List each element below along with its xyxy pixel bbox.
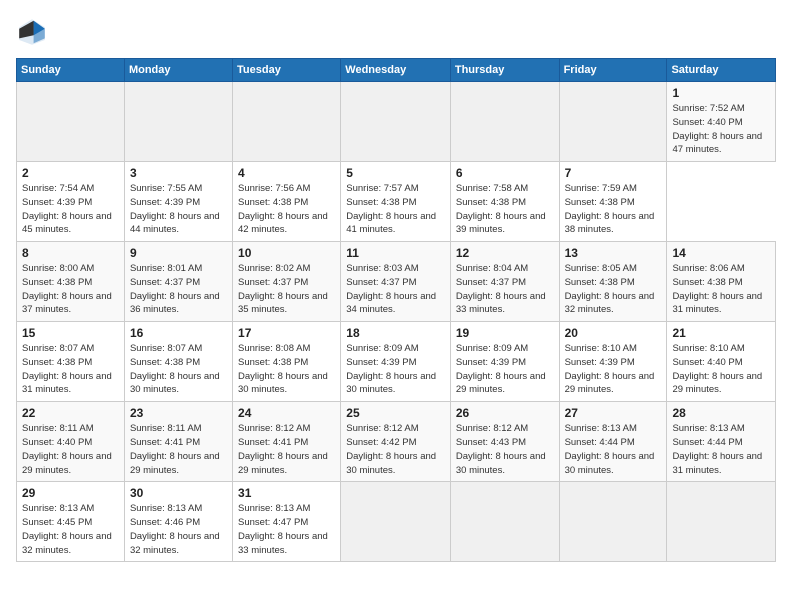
day-cell-28: 28Sunrise: 8:13 AMSunset: 4:44 PMDayligh… (667, 402, 776, 482)
day-cell-22: 22Sunrise: 8:11 AMSunset: 4:40 PMDayligh… (17, 402, 125, 482)
day-cell-7: 7Sunrise: 7:59 AMSunset: 4:38 PMDaylight… (559, 162, 667, 242)
day-cell-26: 26Sunrise: 8:12 AMSunset: 4:43 PMDayligh… (450, 402, 559, 482)
header-row: SundayMondayTuesdayWednesdayThursdayFrid… (17, 59, 776, 82)
empty-cell (341, 82, 451, 162)
header-day-friday: Friday (559, 59, 667, 82)
day-cell-21: 21Sunrise: 8:10 AMSunset: 4:40 PMDayligh… (667, 322, 776, 402)
day-cell-5: 5Sunrise: 7:57 AMSunset: 4:38 PMDaylight… (341, 162, 451, 242)
empty-cell (233, 82, 341, 162)
header-day-wednesday: Wednesday (341, 59, 451, 82)
empty-cell (450, 82, 559, 162)
empty-cell (559, 82, 667, 162)
day-cell-19: 19Sunrise: 8:09 AMSunset: 4:39 PMDayligh… (450, 322, 559, 402)
day-cell-10: 10Sunrise: 8:02 AMSunset: 4:37 PMDayligh… (233, 242, 341, 322)
logo (16, 16, 52, 48)
page: SundayMondayTuesdayWednesdayThursdayFrid… (0, 0, 792, 612)
calendar-week-1: 1Sunrise: 7:52 AMSunset: 4:40 PMDaylight… (17, 82, 776, 162)
calendar-week-6: 29Sunrise: 8:13 AMSunset: 4:45 PMDayligh… (17, 482, 776, 562)
calendar-week-4: 15Sunrise: 8:07 AMSunset: 4:38 PMDayligh… (17, 322, 776, 402)
header-day-thursday: Thursday (450, 59, 559, 82)
calendar-week-3: 8Sunrise: 8:00 AMSunset: 4:38 PMDaylight… (17, 242, 776, 322)
day-cell-15: 15Sunrise: 8:07 AMSunset: 4:38 PMDayligh… (17, 322, 125, 402)
day-cell-24: 24Sunrise: 8:12 AMSunset: 4:41 PMDayligh… (233, 402, 341, 482)
day-cell-25: 25Sunrise: 8:12 AMSunset: 4:42 PMDayligh… (341, 402, 451, 482)
empty-cell (17, 82, 125, 162)
calendar-week-5: 22Sunrise: 8:11 AMSunset: 4:40 PMDayligh… (17, 402, 776, 482)
day-cell-2: 2Sunrise: 7:54 AMSunset: 4:39 PMDaylight… (17, 162, 125, 242)
day-cell-31: 31Sunrise: 8:13 AMSunset: 4:47 PMDayligh… (233, 482, 341, 562)
day-cell-29: 29Sunrise: 8:13 AMSunset: 4:45 PMDayligh… (17, 482, 125, 562)
day-cell-14: 14Sunrise: 8:06 AMSunset: 4:38 PMDayligh… (667, 242, 776, 322)
header-day-tuesday: Tuesday (233, 59, 341, 82)
calendar-body: 1Sunrise: 7:52 AMSunset: 4:40 PMDaylight… (17, 82, 776, 562)
day-cell-3: 3Sunrise: 7:55 AMSunset: 4:39 PMDaylight… (124, 162, 232, 242)
day-cell-1: 1Sunrise: 7:52 AMSunset: 4:40 PMDaylight… (667, 82, 776, 162)
day-cell-18: 18Sunrise: 8:09 AMSunset: 4:39 PMDayligh… (341, 322, 451, 402)
day-cell-4: 4Sunrise: 7:56 AMSunset: 4:38 PMDaylight… (233, 162, 341, 242)
empty-cell (667, 482, 776, 562)
header-day-monday: Monday (124, 59, 232, 82)
logo-icon (16, 16, 48, 48)
empty-cell (124, 82, 232, 162)
empty-cell (559, 482, 667, 562)
header (16, 16, 776, 48)
calendar-header: SundayMondayTuesdayWednesdayThursdayFrid… (17, 59, 776, 82)
calendar-table: SundayMondayTuesdayWednesdayThursdayFrid… (16, 58, 776, 562)
day-cell-30: 30Sunrise: 8:13 AMSunset: 4:46 PMDayligh… (124, 482, 232, 562)
day-cell-20: 20Sunrise: 8:10 AMSunset: 4:39 PMDayligh… (559, 322, 667, 402)
empty-cell (450, 482, 559, 562)
day-cell-17: 17Sunrise: 8:08 AMSunset: 4:38 PMDayligh… (233, 322, 341, 402)
day-cell-27: 27Sunrise: 8:13 AMSunset: 4:44 PMDayligh… (559, 402, 667, 482)
header-day-sunday: Sunday (17, 59, 125, 82)
day-cell-16: 16Sunrise: 8:07 AMSunset: 4:38 PMDayligh… (124, 322, 232, 402)
empty-cell (341, 482, 451, 562)
day-cell-9: 9Sunrise: 8:01 AMSunset: 4:37 PMDaylight… (124, 242, 232, 322)
day-cell-23: 23Sunrise: 8:11 AMSunset: 4:41 PMDayligh… (124, 402, 232, 482)
day-cell-8: 8Sunrise: 8:00 AMSunset: 4:38 PMDaylight… (17, 242, 125, 322)
header-day-saturday: Saturday (667, 59, 776, 82)
day-cell-13: 13Sunrise: 8:05 AMSunset: 4:38 PMDayligh… (559, 242, 667, 322)
day-cell-6: 6Sunrise: 7:58 AMSunset: 4:38 PMDaylight… (450, 162, 559, 242)
day-cell-11: 11Sunrise: 8:03 AMSunset: 4:37 PMDayligh… (341, 242, 451, 322)
calendar-week-2: 2Sunrise: 7:54 AMSunset: 4:39 PMDaylight… (17, 162, 776, 242)
day-cell-12: 12Sunrise: 8:04 AMSunset: 4:37 PMDayligh… (450, 242, 559, 322)
